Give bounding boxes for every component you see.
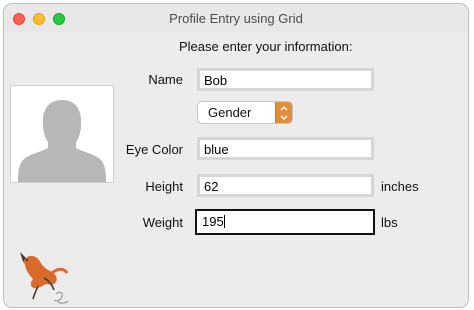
weight-field[interactable]: 195 <box>195 209 375 235</box>
app-window: Profile Entry using Grid Please enter yo… <box>3 3 469 308</box>
eye-color-label: Eye Color <box>125 142 183 157</box>
titlebar[interactable]: Profile Entry using Grid <box>4 4 468 33</box>
weight-unit: lbs <box>381 215 398 230</box>
profile-photo <box>10 85 114 183</box>
name-field[interactable]: Bob <box>197 68 374 91</box>
gender-select[interactable]: Gender <box>197 101 293 124</box>
height-field[interactable]: 62 <box>197 174 374 197</box>
fox-icon <box>20 252 69 304</box>
text-caret <box>223 215 225 228</box>
person-silhouette-icon <box>11 86 113 182</box>
gender-select-value: Gender <box>208 105 252 120</box>
form-content: Please enter your information: Name Bob … <box>4 32 468 307</box>
window-title: Profile Entry using Grid <box>169 11 303 26</box>
height-unit: inches <box>381 179 419 194</box>
name-label: Name <box>148 72 183 87</box>
chevron-updown-icon[interactable] <box>275 102 292 123</box>
form-heading: Please enter your information: <box>179 39 353 54</box>
eye-color-field[interactable]: blue <box>197 137 374 160</box>
height-label: Height <box>145 179 183 194</box>
weight-label: Weight <box>142 215 183 230</box>
weight-field-value: 195 <box>202 214 224 229</box>
